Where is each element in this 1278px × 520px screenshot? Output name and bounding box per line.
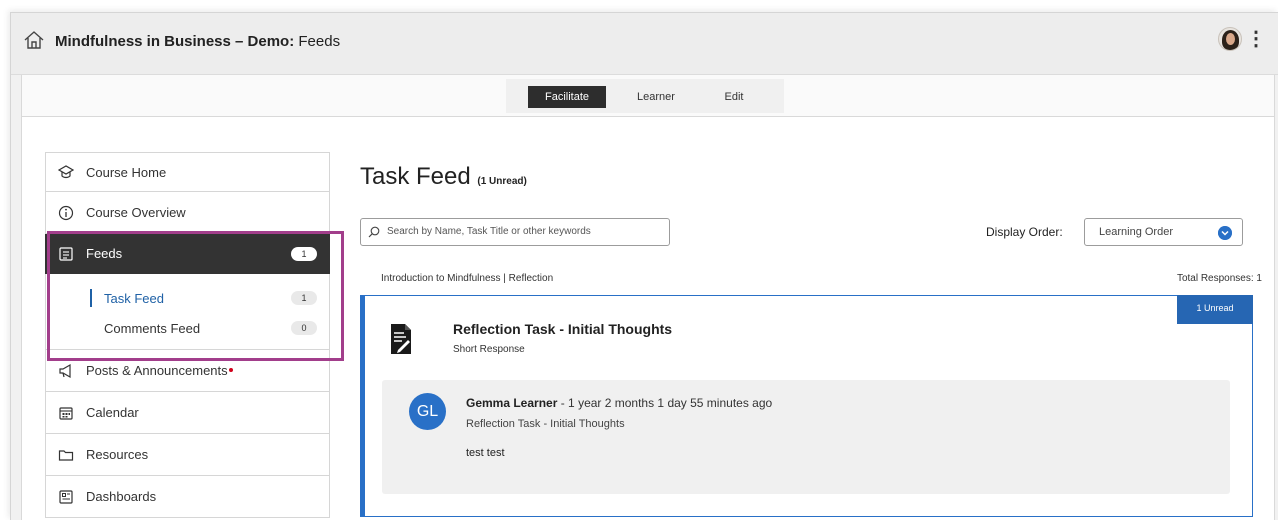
display-order-label: Display Order: — [986, 225, 1063, 239]
search-placeholder: Search by Name, Task Title or other keyw… — [387, 226, 591, 237]
sidebar-item-label: Posts & Announcements — [86, 363, 228, 378]
main-heading: Task Feed (1 Unread) — [360, 163, 527, 191]
feeds-highlight-box — [47, 231, 344, 361]
title-bar: Mindfulness in Business – Demo: Feeds ⋮ — [11, 13, 1278, 75]
search-input[interactable]: Search by Name, Task Title or other keyw… — [360, 218, 670, 246]
task-card[interactable]: 1 Unread Reflection Task - Initial Thoug… — [360, 295, 1253, 517]
sidebar-item-course-home[interactable]: Course Home — [45, 152, 330, 192]
breadcrumb: Introduction to Mindfulness | Reflection — [381, 273, 554, 284]
megaphone-icon — [59, 363, 71, 378]
tab-edit[interactable]: Edit — [712, 86, 756, 108]
info-icon — [58, 205, 74, 220]
document-edit-icon — [391, 324, 411, 354]
avatar-face — [1226, 33, 1235, 45]
home-icon[interactable] — [23, 29, 45, 51]
display-order-value: Learning Order — [1099, 226, 1173, 238]
kebab-menu-icon[interactable]: ⋮ — [1246, 25, 1266, 53]
tab-learner[interactable]: Learner — [624, 86, 688, 108]
content-area: Course Home Course Overview Feeds 1 Task… — [21, 117, 1275, 520]
sidebar-item-label: Course Home — [86, 164, 167, 180]
sidebar-item-calendar[interactable]: Calendar — [45, 392, 330, 434]
calendar-icon — [59, 406, 73, 420]
unread-note: (1 Unread) — [477, 176, 527, 187]
app-window: Mindfulness in Business – Demo: Feeds ⋮ … — [10, 12, 1278, 520]
sidebar-item-resources[interactable]: Resources — [45, 434, 330, 476]
response-author: Gemma Learner — [466, 396, 558, 410]
mode-bar: Facilitate Learner Edit — [21, 75, 1275, 117]
tab-facilitate[interactable]: Facilitate — [528, 86, 606, 108]
task-type: Short Response — [453, 344, 525, 355]
total-responses: Total Responses: 1 — [1176, 273, 1262, 284]
user-avatar[interactable] — [1218, 27, 1242, 51]
task-title[interactable]: Reflection Task - Initial Thoughts — [453, 321, 672, 337]
sidebar-item-course-overview[interactable]: Course Overview — [45, 192, 330, 234]
unread-badge: 1 Unread — [1177, 295, 1253, 324]
response-body: test test — [466, 447, 505, 459]
avatar: GL — [409, 393, 446, 430]
response-task-ref: Reflection Task - Initial Thoughts — [466, 418, 625, 430]
dashboard-icon — [59, 489, 73, 504]
graduation-cap-icon — [58, 165, 74, 179]
response-item[interactable]: GL Gemma Learner - 1 year 2 months 1 day… — [382, 380, 1230, 494]
sidebar-item-label: Dashboards — [86, 489, 157, 504]
feed-title: Task Feed — [360, 163, 471, 190]
page-title: Mindfulness in Business – Demo: Feeds — [55, 33, 340, 50]
new-indicator-dot — [228, 368, 233, 372]
section-name: Feeds — [298, 33, 341, 50]
folder-icon — [58, 449, 74, 461]
mode-switcher: Facilitate Learner Edit — [506, 79, 784, 113]
sidebar-item-label: Calendar — [86, 405, 139, 420]
response-meta: Gemma Learner - 1 year 2 months 1 day 55… — [466, 396, 772, 410]
sidebar-item-dashboards[interactable]: Dashboards — [45, 476, 330, 518]
search-icon — [368, 226, 380, 238]
display-order-select[interactable]: Learning Order — [1084, 218, 1243, 246]
chevron-down-icon — [1218, 226, 1232, 240]
sidebar-item-label: Resources — [86, 447, 149, 462]
course-title: Mindfulness in Business – Demo: — [55, 33, 295, 50]
response-time: - 1 year 2 months 1 day 55 minutes ago — [557, 396, 773, 410]
sidebar-item-label: Course Overview — [86, 205, 186, 220]
